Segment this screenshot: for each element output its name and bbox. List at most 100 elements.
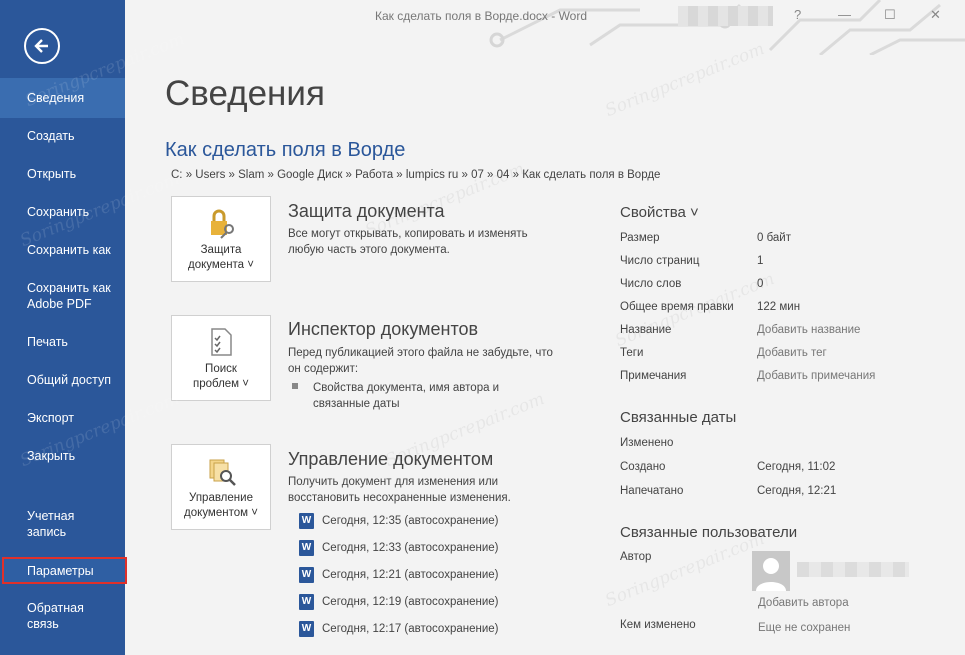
prop-label: Размер: [620, 232, 660, 244]
related-dates-header: Связанные даты: [620, 409, 737, 426]
protect-document-button[interactable]: Защита документа ˅: [171, 196, 271, 282]
sidebar-item-label: Сохранить как: [27, 243, 111, 257]
sidebar-item-close[interactable]: Закрыть: [0, 448, 125, 464]
maximize-button[interactable]: ☐: [884, 7, 896, 23]
inspect-section-desc: Перед публикацией этого файла не забудьт…: [288, 347, 553, 375]
version-item[interactable]: W Сегодня, 12:21 (автосохранение): [299, 567, 499, 583]
protect-section-title: Защита документа: [288, 201, 445, 221]
word-doc-icon: W: [299, 621, 314, 637]
avatar[interactable]: [752, 551, 790, 591]
maximize-icon: ☐: [884, 7, 896, 22]
inspect-section-title: Инспектор документов: [288, 319, 479, 339]
author-name: [797, 562, 909, 577]
tile-label-line2: проблем ˅: [192, 378, 249, 390]
sidebar-item-info[interactable]: Сведения: [0, 78, 125, 118]
version-label: Сегодня, 12:19 (автосохранение): [322, 596, 499, 608]
tile-label-line2: документа ˅: [188, 259, 254, 271]
prop-label: Теги: [620, 347, 644, 359]
help-button[interactable]: ?: [794, 7, 801, 22]
back-button[interactable]: [24, 28, 60, 64]
version-item[interactable]: W Сегодня, 12:19 (автосохранение): [299, 594, 499, 610]
inspect-bullet: Свойства документа, имя автора и связанн…: [313, 382, 500, 410]
version-label: Сегодня, 12:35 (автосохранение): [322, 515, 499, 527]
sidebar-item-label: Сохранить: [27, 205, 90, 219]
sidebar-item-label: Параметры: [27, 564, 94, 578]
manage-document-icon: [209, 459, 236, 486]
sidebar-item-new[interactable]: Создать: [0, 128, 125, 144]
sidebar-item-save-as-pdf[interactable]: Сохранить как Adobe PDF: [0, 280, 115, 312]
add-author-link[interactable]: Добавить автора: [758, 597, 849, 609]
version-label: Сегодня, 12:33 (автосохранение): [322, 542, 499, 554]
watermark: Soringpcrepair.com: [602, 528, 768, 612]
add-title-field[interactable]: Добавить название: [757, 324, 860, 336]
sidebar-item-save[interactable]: Сохранить: [0, 204, 125, 220]
sidebar-item-label: Создать: [27, 129, 75, 143]
close-button[interactable]: ✕: [930, 7, 941, 23]
prop-value-size: 0 байт: [757, 232, 792, 244]
prop-value-pages: 1: [757, 255, 764, 267]
prop-label: Общее время правки: [620, 301, 734, 313]
prop-label: Создано: [620, 461, 666, 473]
document-title: Как сделать поля в Ворде: [165, 139, 406, 161]
version-item[interactable]: W Сегодня, 12:17 (автосохранение): [299, 621, 499, 637]
sidebar-item-label: Открыть: [27, 167, 77, 181]
manage-section-title: Управление документом: [288, 449, 494, 469]
sidebar-item-save-as[interactable]: Сохранить как: [0, 242, 125, 258]
prop-label: Число страниц: [620, 255, 700, 267]
word-doc-icon: W: [299, 594, 314, 610]
page-title: Сведения: [165, 74, 325, 113]
sidebar-item-label: Учетная запись: [27, 509, 75, 539]
sidebar-item-account[interactable]: Учетная запись: [0, 508, 100, 540]
manage-section-desc: Получить документ для изменения или восс…: [288, 476, 511, 504]
sidebar-item-label: Сведения: [27, 91, 85, 105]
user-account-area[interactable]: [678, 6, 773, 26]
help-icon: ?: [794, 7, 802, 22]
prop-value-words: 0: [757, 278, 764, 290]
bullet-marker: [292, 383, 298, 389]
prop-label: Автор: [620, 551, 652, 563]
sidebar-item-label: Общий доступ: [27, 373, 111, 387]
word-doc-icon: W: [299, 513, 314, 529]
sidebar-item-label: Печать: [27, 335, 68, 349]
properties-dropdown[interactable]: Свойства ˅: [620, 204, 699, 221]
sidebar-item-export[interactable]: Экспорт: [0, 410, 125, 426]
version-label: Сегодня, 12:21 (автосохранение): [322, 569, 499, 581]
sidebar-item-print[interactable]: Печать: [0, 334, 125, 350]
tile-label-line1: Поиск: [205, 363, 237, 375]
document-inspect-icon: [211, 328, 232, 356]
check-issues-button[interactable]: Поиск проблем ˅: [171, 315, 271, 401]
prop-value-edit-time: 122 мин: [757, 301, 801, 313]
add-comments-field[interactable]: Добавить примечания: [757, 370, 875, 382]
related-people-header: Связанные пользователи: [620, 524, 798, 541]
version-item[interactable]: W Сегодня, 12:35 (автосохранение): [299, 513, 499, 529]
prop-label: Число слов: [620, 278, 682, 290]
sidebar-item-feedback[interactable]: Обратная связь: [0, 600, 90, 632]
lock-key-icon: [211, 209, 234, 239]
word-doc-icon: W: [299, 540, 314, 556]
version-item[interactable]: W Сегодня, 12:33 (автосохранение): [299, 540, 499, 556]
user-avatar-icon: [756, 558, 786, 591]
prop-label: Изменено: [620, 437, 674, 449]
prop-value-modified-by: Еще не сохранен: [758, 622, 851, 634]
sidebar-item-share[interactable]: Общий доступ: [0, 372, 125, 388]
sidebar-item-label: Экспорт: [27, 411, 74, 425]
version-label: Сегодня, 12:17 (автосохранение): [322, 623, 499, 635]
add-tag-field[interactable]: Добавить тег: [757, 347, 827, 359]
backstage-sidebar: Сведения Создать Открыть Сохранить Сохра…: [0, 0, 127, 655]
tile-label-line2: документом ˅: [184, 507, 258, 519]
sidebar-item-label: Закрыть: [27, 449, 76, 463]
sidebar-item-open[interactable]: Открыть: [0, 166, 125, 182]
breadcrumb[interactable]: C: » Users » Slam » Google Диск » Работа…: [171, 169, 660, 181]
manage-document-button[interactable]: Управление документом ˅: [171, 444, 271, 530]
minimize-button[interactable]: —: [838, 7, 851, 22]
tile-label-line1: Управление: [189, 492, 253, 504]
window-title: Как сделать поля в Ворде.docx - Word: [375, 9, 588, 23]
word-doc-icon: W: [299, 567, 314, 583]
sidebar-item-label: Обратная связь: [27, 601, 84, 631]
prop-value-created: Сегодня, 11:02: [757, 461, 836, 473]
prop-label: Кем изменено: [620, 619, 696, 631]
protect-section-desc: Все могут открывать, копировать и изменя…: [288, 228, 528, 256]
prop-label: Примечания: [620, 370, 687, 382]
sidebar-item-label: Сохранить как Adobe PDF: [27, 281, 111, 311]
sidebar-item-options[interactable]: Параметры: [2, 557, 127, 584]
